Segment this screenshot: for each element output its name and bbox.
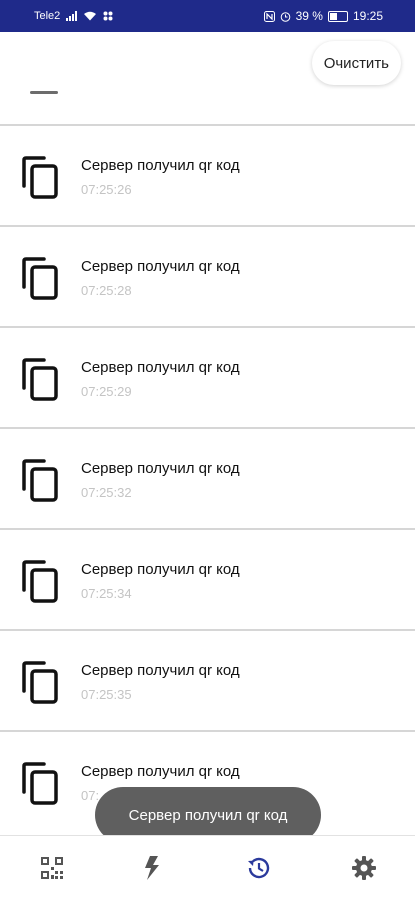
nav-history[interactable]	[243, 852, 275, 884]
item-title: Сервер получил qr код	[81, 157, 240, 174]
copy-icon[interactable]	[20, 661, 60, 705]
copy-icon[interactable]	[20, 459, 60, 503]
nav-flash[interactable]	[136, 852, 168, 884]
battery-percent: 39 %	[295, 9, 323, 23]
item-time: 07:	[81, 788, 100, 803]
copy-icon[interactable]	[20, 762, 60, 806]
history-list: Сервер получил qr код 07:25:26 Сервер полу…	[0, 124, 415, 831]
battery-icon	[327, 10, 348, 22]
wifi-icon	[84, 11, 97, 21]
nav-settings[interactable]	[348, 852, 380, 884]
item-title: Сервер получил qr код	[81, 359, 240, 376]
list-item[interactable]: Сервер получил qr код 07:25:32	[0, 427, 415, 528]
bottom-navigation	[0, 835, 415, 901]
app-notification-icon	[103, 11, 113, 21]
item-time: 07:25:26	[81, 182, 132, 197]
item-time: 07:25:34	[81, 586, 132, 601]
clock: 19:25	[352, 9, 383, 23]
item-title: Сервер получил qr код	[81, 763, 240, 780]
nfc-icon	[263, 10, 275, 22]
signal-icon	[66, 11, 78, 21]
nav-qr-scanner[interactable]	[36, 852, 68, 884]
history-icon	[248, 857, 270, 879]
alarm-icon	[280, 11, 290, 22]
list-item[interactable]: Сервер получил qr код 07:25:34	[0, 528, 415, 629]
copy-icon[interactable]	[20, 257, 60, 301]
copy-icon[interactable]	[20, 560, 60, 604]
gear-icon	[352, 856, 376, 880]
list-item[interactable]: Сервер получил qr код 07:25:28	[0, 225, 415, 326]
copy-icon[interactable]	[20, 358, 60, 402]
copy-icon[interactable]	[20, 156, 60, 200]
drag-handle[interactable]	[30, 91, 58, 94]
carrier-label: Tele2	[34, 10, 61, 22]
qr-code-icon	[41, 857, 63, 879]
item-time: 07:25:32	[81, 485, 132, 500]
item-time: 07:25:35	[81, 687, 132, 702]
list-item[interactable]: Сервер получил qr код 07:25:29	[0, 326, 415, 427]
status-bar: Tele2 39 % 19:25	[0, 0, 415, 32]
item-time: 07:25:28	[81, 283, 132, 298]
clear-button[interactable]: Очистить	[311, 41, 401, 85]
item-title: Сервер получил qr код	[81, 460, 240, 477]
list-item[interactable]: Сервер получил qr код 07:25:35	[0, 629, 415, 730]
item-title: Сервер получил qr код	[81, 662, 240, 679]
list-item[interactable]: Сервер получил qr код 07:25:26	[0, 124, 415, 225]
item-title: Сервер получил qr код	[81, 258, 240, 275]
item-title: Сервер получил qr код	[81, 561, 240, 578]
item-time: 07:25:29	[81, 384, 132, 399]
lightning-icon	[145, 856, 159, 880]
